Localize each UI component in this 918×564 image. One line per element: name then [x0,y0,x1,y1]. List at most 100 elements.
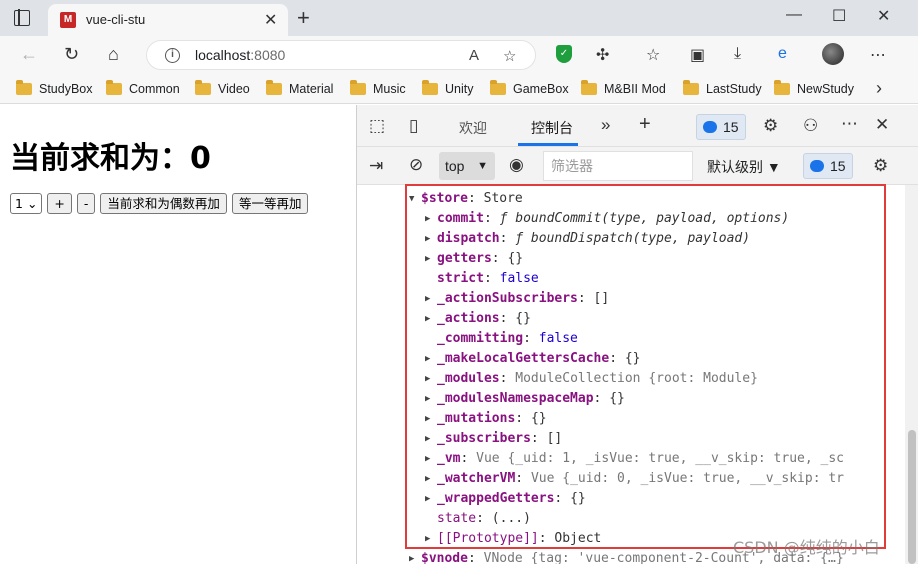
favicon-icon: M [60,12,76,28]
close-tab-icon[interactable]: ✕ [264,10,277,30]
bookmark-folder[interactable]: Unity [422,80,473,98]
address-bar[interactable]: i localhost:8080 A ☆ [146,40,536,70]
add-tab-icon[interactable]: + [639,113,651,136]
bookmark-folder[interactable]: Music [350,80,406,98]
folder-icon [350,80,366,95]
add-favorite-icon[interactable]: ☆ [503,47,516,65]
reload-icon[interactable]: ↻ [64,44,79,65]
highlight-box [405,184,886,549]
sidebar-toggle-icon[interactable]: ⇥ [369,156,383,176]
folder-icon [266,80,282,95]
issues-badge[interactable]: 15 [696,114,746,140]
bookmark-folder[interactable]: Video [195,80,250,98]
increment-if-odd-button[interactable]: 当前求和为偶数再加 [100,193,227,214]
bookmark-label: Video [218,82,250,96]
scrollbar[interactable] [905,185,918,564]
console-settings-icon[interactable]: ⚙ [873,156,888,176]
step-select-value: 1 [15,196,23,211]
read-aloud-icon[interactable]: A [469,47,479,64]
bookmark-folder[interactable]: Material [266,80,333,98]
more-options-icon[interactable]: ⋯ [841,114,858,134]
live-expression-icon[interactable]: ◉ [509,155,524,175]
log-levels-dropdown[interactable]: 默认级别 ▼ [707,157,781,177]
chevron-down-icon: ⌄ [26,196,38,211]
edge-icon[interactable]: e [778,45,787,63]
bookmark-label: NewStudy [797,82,854,96]
issues-count: 15 [723,119,739,135]
device-emulation-icon[interactable]: ▯ [409,116,418,136]
url-port: :8080 [250,47,286,63]
info-icon[interactable]: i [165,48,180,63]
bookmark-folder[interactable]: M&BII Mod [581,80,666,98]
console-filter-bar: ⇥ ⊘ top ▼ ◉ 筛选器 默认级别 ▼ 15 ⚙ [357,147,918,185]
bookmark-label: M&BII Mod [604,82,666,96]
customize-icon[interactable]: ⚇ [803,116,818,136]
minimize-icon[interactable]: — [786,6,802,24]
settings-icon[interactable]: ⚙ [763,116,778,136]
watermark: CSDN @纯纯的小白 [733,538,880,557]
extensions-icon[interactable]: ✣ [596,45,609,65]
bookmark-folder[interactable]: StudyBox [16,80,93,98]
active-tab-indicator [518,143,578,146]
tab-console[interactable]: 控制台 [531,118,573,138]
bookmark-label: Music [373,82,406,96]
folder-icon [422,80,438,95]
download-icon[interactable]: ⤓ [734,45,741,63]
close-devtools-icon[interactable]: ✕ [875,115,889,135]
collapsed-arrow-icon[interactable]: ▶ [409,549,421,564]
bookmark-folder[interactable]: GameBox [490,80,569,98]
property-separator: : [467,551,484,564]
close-window-icon[interactable]: ✕ [877,6,890,26]
back-icon[interactable]: ← [20,44,38,65]
caret-down-icon: ▼ [477,160,488,172]
collections-icon[interactable]: ▣ [690,45,705,65]
tab-title: vue-cli-stu [86,12,146,27]
clear-console-icon[interactable]: ⊘ [409,155,423,175]
folder-icon [16,80,32,95]
tab-strip: M vue-cli-stu ✕ + — ☐ ✕ [0,0,918,36]
message-icon [703,121,717,133]
maximize-icon[interactable]: ☐ [832,6,846,26]
devtools-toolbar: ⬚ ▯ 欢迎 控制台 » + 15 ⚙ ⚇ ⋯ ✕ [357,105,918,147]
filter-input[interactable]: 筛选器 [543,151,693,181]
bookmark-label: Common [129,82,180,96]
navigation-bar: ← ↻ ⌂ i localhost:8080 A ☆ ✣ ☆ ▣ ⤓ e ⋯ [0,36,918,74]
bookmark-folder[interactable]: NewStudy [774,80,854,98]
bookmark-folder[interactable]: Common [106,80,180,98]
folder-icon [490,80,506,95]
filter-issues-badge[interactable]: 15 [803,153,853,179]
increment-wait-button[interactable]: 等一等再加 [231,193,309,214]
counter-controls: 1 ⌄ + - 当前求和为偶数再加 等一等再加 [10,193,309,214]
message-icon [810,160,824,172]
context-value: top [445,158,465,174]
devtools-panel: ⬚ ▯ 欢迎 控制台 » + 15 ⚙ ⚇ ⋯ ✕ ⇥ ⊘ top ▼ ◉ 筛选器… [356,105,918,564]
url-host: localhost [195,47,251,63]
context-select[interactable]: top ▼ [439,152,495,180]
bookmark-folder[interactable]: LastStudy [683,80,762,98]
log-levels-label: 默认级别 [707,159,763,175]
new-tab-button[interactable]: + [297,5,310,31]
more-tabs-icon[interactable]: » [601,115,610,135]
folder-icon [195,80,211,95]
page-content: 当前求和为：0 1 ⌄ + - 当前求和为偶数再加 等一等再加 [0,105,356,564]
bookmark-label: StudyBox [39,82,93,96]
step-select[interactable]: 1 ⌄ [10,193,43,214]
more-icon[interactable]: ⋯ [870,45,886,65]
home-icon[interactable]: ⌂ [108,44,119,65]
property-key: $vnode [421,551,468,564]
profile-avatar[interactable] [822,43,844,65]
scrollbar-thumb[interactable] [908,430,916,564]
tab-actions-icon[interactable] [14,9,30,26]
increment-button[interactable]: + [47,193,72,214]
favorites-icon[interactable]: ☆ [646,45,660,65]
browser-tab[interactable]: M vue-cli-stu ✕ [48,4,288,36]
folder-icon [774,80,790,95]
bookmark-label: LastStudy [706,82,762,96]
chevron-right-icon[interactable]: › [876,78,882,99]
decrement-button[interactable]: - [76,193,96,214]
bookmarks-bar: StudyBox Common Video Material Music Uni… [0,74,918,104]
inspect-icon[interactable]: ⬚ [369,116,385,136]
shield-icon[interactable]: ✓ [556,45,572,63]
tab-welcome[interactable]: 欢迎 [459,118,487,138]
bookmark-label: Unity [445,82,474,96]
